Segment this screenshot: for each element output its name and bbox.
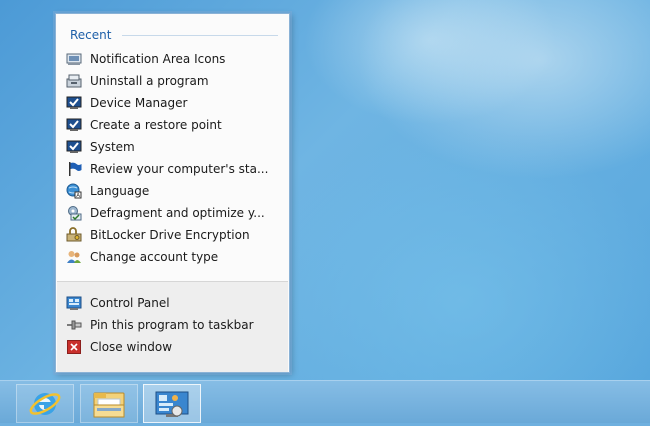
programs-icon [66, 73, 82, 89]
task-control-panel[interactable]: Control Panel [66, 293, 284, 313]
taskbar-control-panel-button[interactable] [143, 384, 201, 423]
recent-item-label: Defragment and optimize y... [90, 206, 265, 220]
tasks-section: Control Panel Pin this program to taskba… [57, 281, 288, 372]
task-pin-to-taskbar[interactable]: Pin this program to taskbar [66, 315, 284, 335]
device-manager-icon [66, 95, 82, 111]
task-close-window[interactable]: Close window [66, 337, 284, 357]
recent-section-header: Recent [70, 28, 278, 44]
recent-item-device-manager[interactable]: Device Manager [66, 93, 284, 113]
recent-item-label: Change account type [90, 250, 219, 264]
bitlocker-icon [66, 227, 82, 243]
recent-header-label: Recent [70, 28, 112, 42]
control-panel-icon [155, 391, 189, 417]
recent-item-label: Language [90, 184, 150, 198]
recent-item-bitlocker[interactable]: BitLocker Drive Encryption [66, 225, 284, 245]
file-explorer-icon [93, 392, 125, 418]
header-divider [122, 35, 278, 36]
jump-list: Recent Notification Area Icons Uninstall… [55, 13, 290, 373]
close-window-icon [66, 339, 82, 355]
task-label: Pin this program to taskbar [90, 318, 254, 332]
system-icon [66, 117, 82, 133]
taskbar [0, 380, 650, 423]
recent-item-label: Device Manager [90, 96, 188, 110]
recent-item-notification-area-icons[interactable]: Notification Area Icons [66, 49, 284, 69]
pin-icon [66, 317, 82, 333]
recent-item-change-account-type[interactable]: Change account type [66, 247, 284, 267]
recent-item-defragment-optimize[interactable]: Defragment and optimize y... [66, 203, 284, 223]
recent-item-language[interactable]: A Language [66, 181, 284, 201]
recent-item-system[interactable]: System [66, 137, 284, 157]
user-accounts-icon [66, 249, 82, 265]
svg-text:A: A [76, 193, 80, 199]
recent-item-create-restore-point[interactable]: Create a restore point [66, 115, 284, 135]
language-icon: A [66, 183, 82, 199]
recent-item-label: Uninstall a program [90, 74, 209, 88]
recent-item-review-computer-status[interactable]: Review your computer's sta... [66, 159, 284, 179]
control-panel-icon [66, 295, 82, 311]
action-center-flag-icon [66, 161, 82, 177]
taskbar-file-explorer-button[interactable] [80, 384, 138, 423]
recent-item-label: System [90, 140, 135, 154]
taskbar-internet-explorer-button[interactable] [16, 384, 74, 423]
internet-explorer-icon [29, 393, 61, 415]
system-icon [66, 139, 82, 155]
recent-item-label: Review your computer's sta... [90, 162, 269, 176]
task-label: Control Panel [90, 296, 170, 310]
recent-item-label: Create a restore point [90, 118, 222, 132]
task-label: Close window [90, 340, 173, 354]
recent-item-uninstall-program[interactable]: Uninstall a program [66, 71, 284, 91]
defrag-icon [66, 205, 82, 221]
recent-item-label: Notification Area Icons [90, 52, 226, 66]
recent-item-label: BitLocker Drive Encryption [90, 228, 250, 242]
notification-area-icon [66, 51, 82, 67]
